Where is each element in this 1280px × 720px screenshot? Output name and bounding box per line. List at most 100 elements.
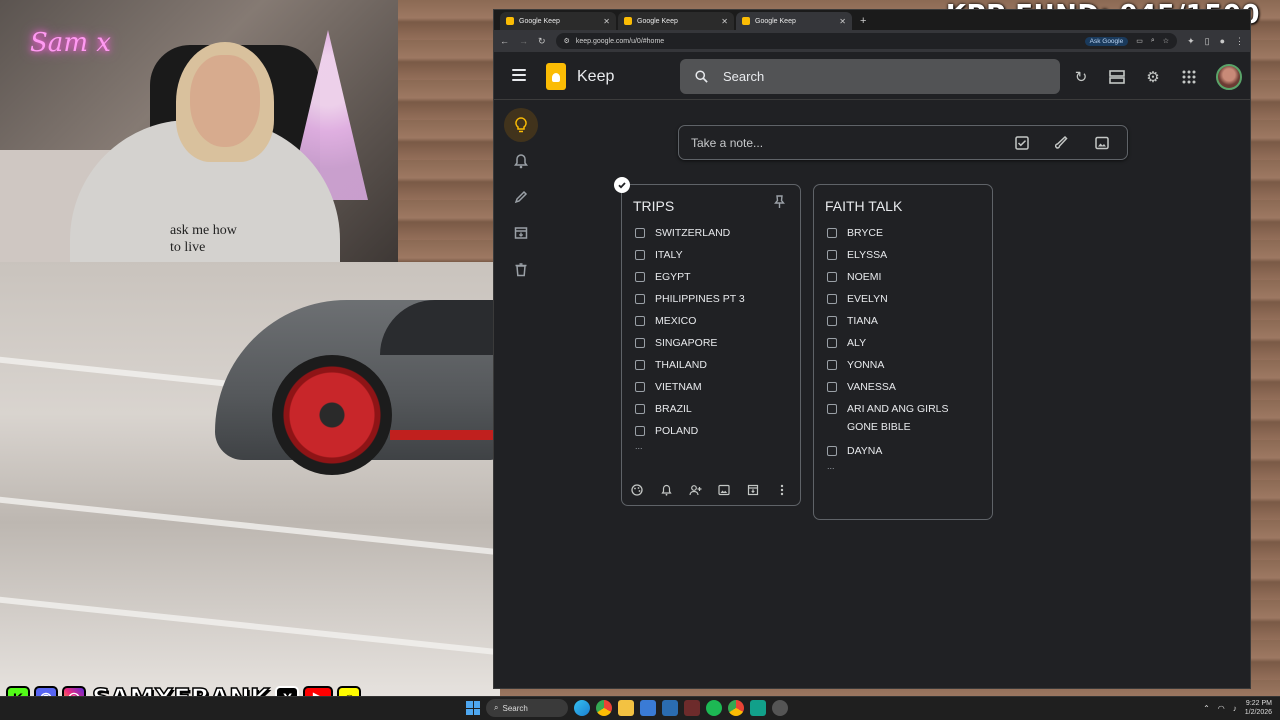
add-image-icon[interactable] bbox=[717, 483, 731, 497]
sidepanel-icon[interactable]: ▯ bbox=[1205, 36, 1210, 47]
cast-icon[interactable]: ▭ bbox=[1136, 37, 1143, 45]
account-avatar[interactable] bbox=[1216, 64, 1242, 90]
bookmark-star-icon[interactable]: ☆ bbox=[1163, 37, 1169, 45]
checkbox[interactable] bbox=[827, 272, 837, 282]
sidebar-item-notes[interactable] bbox=[504, 108, 538, 142]
archive-note-icon[interactable] bbox=[746, 483, 760, 497]
more-options-icon[interactable] bbox=[775, 483, 789, 497]
checkbox[interactable] bbox=[827, 446, 837, 456]
tab-close-icon[interactable]: ✕ bbox=[603, 17, 610, 26]
store-icon[interactable] bbox=[640, 700, 656, 716]
settings-gear-icon[interactable]: ⚙ bbox=[1144, 68, 1162, 86]
list-item: POLAND bbox=[635, 425, 745, 438]
checkbox[interactable] bbox=[827, 228, 837, 238]
checkbox[interactable] bbox=[635, 250, 645, 260]
chrome-icon[interactable] bbox=[596, 700, 612, 716]
tab-close-icon[interactable]: ✕ bbox=[839, 17, 846, 26]
settings-gear-icon[interactable] bbox=[772, 700, 788, 716]
browser-tab-active[interactable]: Google Keep ✕ bbox=[736, 12, 852, 30]
sidebar-item-reminders[interactable] bbox=[504, 144, 538, 178]
sidebar-item-trash[interactable] bbox=[504, 252, 538, 286]
browser-tab[interactable]: Google Keep ✕ bbox=[618, 12, 734, 30]
reload-icon[interactable]: ↻ bbox=[538, 36, 546, 47]
list-item-label: BRYCE bbox=[847, 227, 883, 239]
note-title[interactable]: FAITH TALK bbox=[825, 198, 902, 214]
note-card-faith-talk[interactable]: FAITH TALK BRYCE ELYSSA NOEMI EVELYN TIA… bbox=[813, 184, 993, 520]
volume-icon[interactable]: ♪ bbox=[1233, 704, 1237, 713]
new-image-icon[interactable] bbox=[1095, 136, 1109, 150]
take-note-input[interactable]: Take a note... bbox=[678, 125, 1128, 160]
search-input[interactable]: Search bbox=[680, 59, 1060, 94]
new-tab-icon[interactable]: + bbox=[854, 15, 872, 30]
wifi-icon[interactable]: ◠ bbox=[1218, 704, 1225, 713]
checkbox[interactable] bbox=[635, 426, 645, 436]
app-icon[interactable] bbox=[662, 700, 678, 716]
checkbox[interactable] bbox=[827, 316, 837, 326]
ask-google-button[interactable]: Ask Google bbox=[1084, 36, 1129, 46]
pencil-icon bbox=[514, 190, 528, 204]
app-name[interactable]: Keep bbox=[577, 68, 614, 86]
browser-tab[interactable]: Google Keep ✕ bbox=[500, 12, 616, 30]
windows-start-icon[interactable] bbox=[466, 701, 480, 715]
extensions-icon[interactable]: ✦ bbox=[1187, 36, 1195, 47]
checkbox[interactable] bbox=[827, 382, 837, 392]
checkbox[interactable] bbox=[635, 228, 645, 238]
checkbox[interactable] bbox=[635, 272, 645, 282]
tab-close-icon[interactable]: ✕ bbox=[721, 17, 728, 26]
apps-grid-icon[interactable] bbox=[1180, 68, 1198, 86]
edge-browser-icon[interactable] bbox=[574, 700, 590, 716]
checkbox[interactable] bbox=[635, 404, 645, 414]
search-icon bbox=[695, 70, 708, 83]
list-item-label: ALY bbox=[847, 337, 867, 349]
taskbar-clock[interactable]: 9:22 PM 1/2/2026 bbox=[1245, 699, 1272, 717]
new-list-checkbox-icon[interactable] bbox=[1015, 135, 1029, 150]
take-note-placeholder: Take a note... bbox=[691, 135, 764, 150]
checkbox[interactable] bbox=[827, 404, 837, 414]
collaborator-icon[interactable] bbox=[688, 483, 702, 497]
spotify-icon[interactable] bbox=[706, 700, 722, 716]
checkbox[interactable] bbox=[635, 316, 645, 326]
note-card-trips[interactable]: TRIPS SWITZERLAND ITALY EGYPT PHILIPPINE… bbox=[614, 177, 801, 506]
select-note-check-icon[interactable] bbox=[614, 177, 630, 193]
sidebar-item-archive[interactable] bbox=[504, 216, 538, 250]
browser-menu-icon[interactable]: ⋮ bbox=[1235, 36, 1244, 47]
back-icon[interactable]: ← bbox=[500, 36, 509, 46]
profile-icon[interactable]: ● bbox=[1220, 36, 1225, 46]
checkbox[interactable] bbox=[827, 338, 837, 348]
taskbar-search[interactable]: ⌕ Search bbox=[486, 699, 568, 717]
chrome-icon[interactable] bbox=[728, 700, 744, 716]
obs-icon[interactable] bbox=[684, 700, 700, 716]
checkbox[interactable] bbox=[827, 294, 837, 304]
zoom-icon[interactable]: ⌕ bbox=[1151, 37, 1155, 45]
app-icon[interactable] bbox=[750, 700, 766, 716]
new-drawing-brush-icon[interactable] bbox=[1055, 135, 1069, 150]
address-bar: ← → ↻ ⚙ keep.google.com/u/0/#home Ask Go… bbox=[494, 30, 1250, 52]
remind-me-bell-icon[interactable] bbox=[659, 483, 673, 497]
list-item-label: PHILIPPINES PT 3 bbox=[655, 293, 745, 305]
palette-icon[interactable] bbox=[630, 483, 644, 497]
note-title[interactable]: TRIPS bbox=[633, 198, 674, 214]
checkbox[interactable] bbox=[635, 360, 645, 370]
checkbox[interactable] bbox=[635, 294, 645, 304]
list-item: MEXICO bbox=[635, 315, 745, 328]
list-view-icon[interactable] bbox=[1108, 68, 1126, 86]
tab-title: Google Keep bbox=[637, 17, 678, 25]
sidebar-item-edit-labels[interactable] bbox=[504, 180, 538, 214]
file-explorer-icon[interactable] bbox=[618, 700, 634, 716]
main-menu-icon[interactable] bbox=[512, 69, 526, 81]
checklist: BRYCE ELYSSA NOEMI EVELYN TIANA ALY YONN… bbox=[827, 227, 965, 471]
archive-icon bbox=[514, 227, 528, 239]
checkbox[interactable] bbox=[635, 338, 645, 348]
tray-chevron-icon[interactable]: ⌃ bbox=[1203, 704, 1210, 713]
pin-icon[interactable] bbox=[774, 195, 785, 209]
refresh-icon[interactable]: ↻ bbox=[1072, 68, 1090, 86]
forward-icon[interactable]: → bbox=[519, 36, 528, 46]
list-item: NOEMI bbox=[827, 271, 965, 284]
checkbox[interactable] bbox=[635, 382, 645, 392]
checkbox[interactable] bbox=[827, 360, 837, 370]
keep-logo-icon[interactable] bbox=[546, 63, 566, 90]
url-input[interactable]: ⚙ keep.google.com/u/0/#home Ask Google ▭… bbox=[555, 33, 1178, 49]
webcam-face bbox=[190, 55, 260, 147]
site-info-icon[interactable]: ⚙ bbox=[564, 37, 570, 45]
checkbox[interactable] bbox=[827, 250, 837, 260]
